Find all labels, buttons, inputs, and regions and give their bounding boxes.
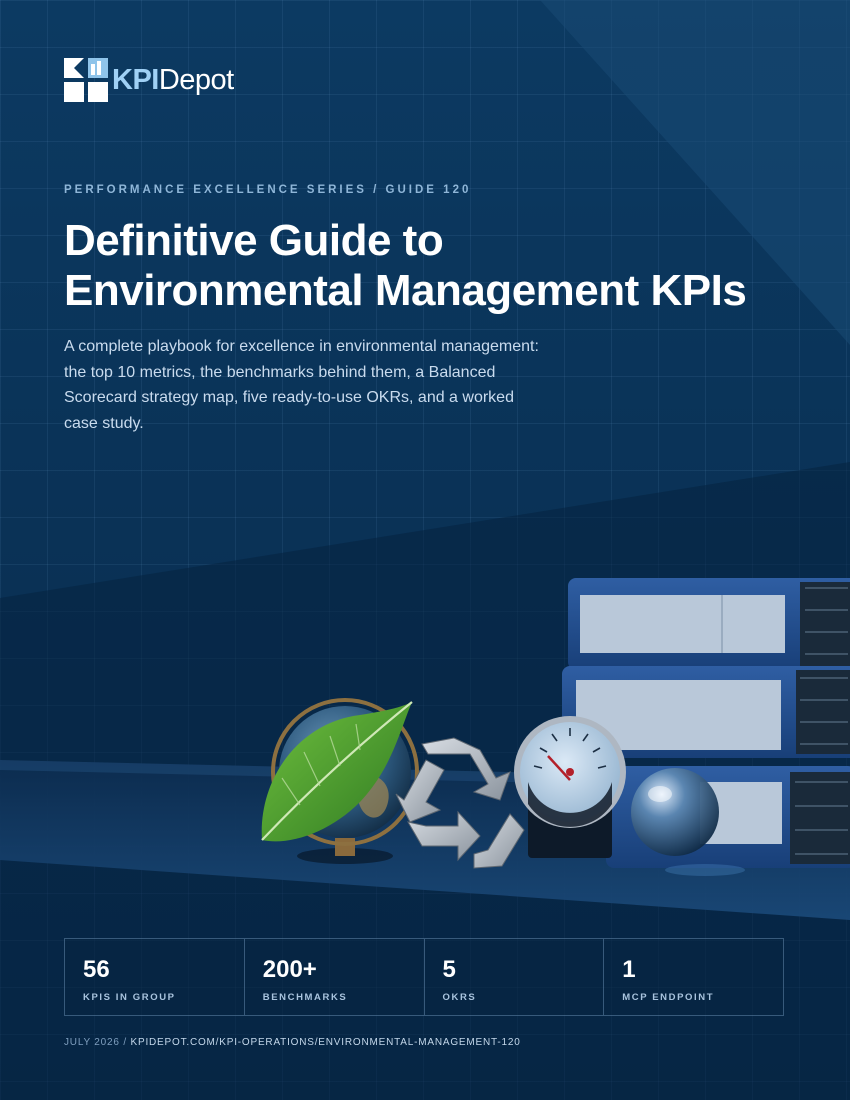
- kpidepot-logo-icon: [64, 58, 108, 102]
- stat-label: KPIS IN GROUP: [83, 992, 176, 1003]
- gauge-icon: [514, 716, 626, 858]
- footer-url-link[interactable]: KPIDEPOT.COM/KPI-OPERATIONS/ENVIRONMENTA…: [131, 1037, 521, 1048]
- stat-value: 1: [622, 956, 636, 983]
- stat-mcp-endpoint: 1 MCP ENDPOINT: [604, 939, 783, 1015]
- brand-name-light: Depot: [158, 63, 234, 96]
- page-title: Definitive Guide to Environmental Manage…: [64, 216, 824, 316]
- title-line-1: Definitive Guide to: [64, 216, 444, 265]
- report-cover: KPIDepot PERFORMANCE EXCELLENCE SERIES /…: [0, 0, 850, 1100]
- footer: JULY 2026 / KPIDEPOT.COM/KPI-OPERATIONS/…: [64, 1037, 521, 1048]
- stat-kpis: 56 KPIS IN GROUP: [65, 939, 245, 1015]
- stat-okrs: 5 OKRS: [425, 939, 605, 1015]
- hero-illustration: [0, 578, 850, 920]
- stat-label: MCP ENDPOINT: [622, 992, 715, 1003]
- title-line-2: Environmental Management KPIs: [64, 266, 747, 315]
- footer-separator: /: [119, 1037, 131, 1048]
- stat-label: OKRS: [442, 992, 477, 1003]
- page-subtitle: A complete playbook for excellence in en…: [64, 338, 539, 432]
- publish-date: JULY 2026: [64, 1037, 120, 1048]
- brand-name-strong: KPI: [112, 63, 159, 96]
- stat-label: BENCHMARKS: [262, 992, 348, 1003]
- stat-value: 200+: [262, 956, 317, 983]
- series-label: PERFORMANCE EXCELLENCE SERIES / GUIDE 12…: [64, 184, 472, 196]
- stat-value: 5: [442, 956, 456, 983]
- stat-benchmarks: 200+ BENCHMARKS: [245, 939, 425, 1015]
- brand-name: KPIDepot: [112, 64, 234, 97]
- stat-value: 56: [83, 956, 110, 983]
- stats-strip: 56 KPIS IN GROUP 200+ BENCHMARKS 5 OKRS …: [64, 938, 784, 1016]
- brand-logo[interactable]: KPIDepot: [64, 58, 234, 102]
